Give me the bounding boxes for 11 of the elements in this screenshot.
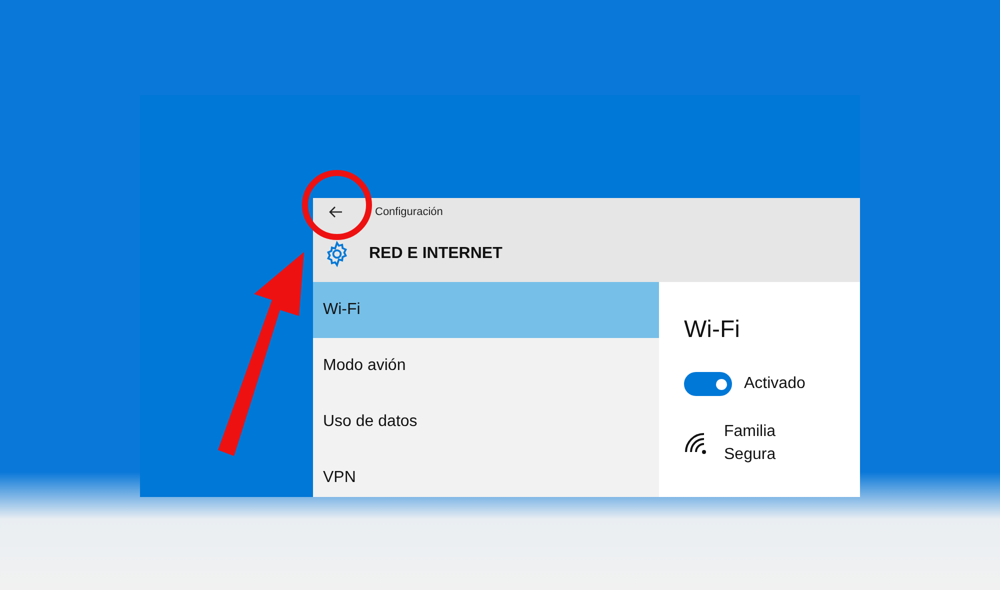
section-title: RED E INTERNET [369, 244, 502, 264]
sidebar-item[interactable]: VPN [313, 450, 659, 497]
sidebar-item[interactable]: Uso de datos [313, 394, 659, 450]
toggle-switch[interactable] [684, 372, 732, 396]
pane-title: Wi-Fi [684, 315, 741, 345]
back-arrow-icon [329, 206, 343, 218]
window-title: Configuración [375, 204, 443, 220]
sidebar-item[interactable]: Wi-Fi [313, 282, 659, 338]
toggle-label: Activado [744, 374, 806, 394]
sidebar-item[interactable]: Modo avión [313, 338, 659, 394]
network-name: Familia Segura [724, 422, 777, 465]
